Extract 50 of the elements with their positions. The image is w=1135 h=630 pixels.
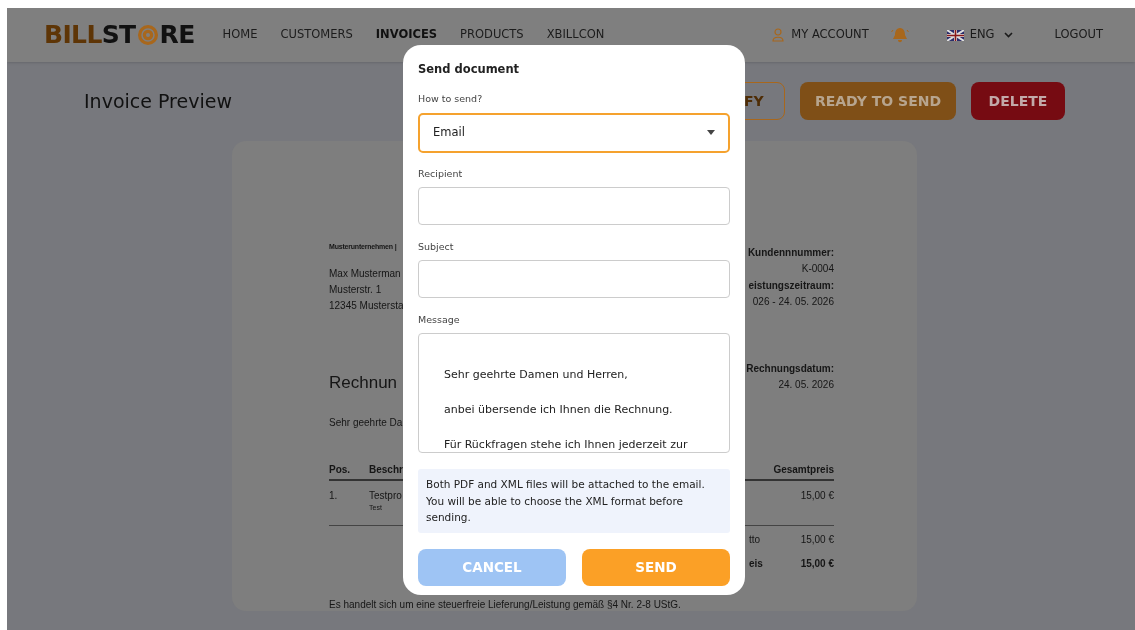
info-note: Both PDF and XML files will be attached to the email. You will be able to choose the XML format before sending. [418, 469, 730, 533]
totals-value: 15,00 € [800, 533, 834, 547]
table-cell-text: 15,00 € [800, 489, 834, 503]
meta-value: K-0004 [801, 262, 834, 276]
wheel-icon [136, 24, 159, 46]
column-header: Pos. [329, 463, 351, 477]
page-title: Invoice Preview [84, 88, 232, 114]
logo[interactable]: BILLST RE [44, 16, 195, 54]
my-account-link[interactable]: MY ACCOUNT [791, 26, 869, 44]
meta-label: eistungszeitraum: [748, 279, 834, 293]
meta-label: Kundennnummer: [747, 246, 834, 260]
user-icon [772, 28, 785, 42]
nav-link[interactable]: PRODUCTS [460, 26, 524, 44]
field-label: How to send? [418, 92, 484, 107]
message-field[interactable]: Sehr geehrte Damen und Herren, anbei übersende ich Ihnen die Rechnung. Für Rückfragen stehe ich Ihnen jederzeit zur [418, 333, 730, 454]
table-cell-text: Testpro [369, 489, 402, 503]
chevron-down-icon[interactable] [1003, 32, 1013, 38]
address-line: Musterstr. 1 [329, 283, 382, 297]
greeting-text: Sehr geehrte Da [329, 416, 403, 430]
totals-label: eis [749, 557, 763, 571]
delete-button[interactable]: DELETE [971, 82, 1065, 120]
dialog-title: Send document [418, 61, 521, 78]
bell-icon[interactable] [890, 26, 909, 44]
caret-icon [707, 130, 715, 135]
totals-value: 15,00 € [800, 557, 834, 571]
invoice-heading: Rechnun [329, 372, 398, 394]
nav-link[interactable]: INVOICES [375, 26, 438, 44]
recipient-field[interactable] [418, 186, 730, 225]
totals-label: tto [749, 533, 761, 547]
table-cell-text: 1. [329, 489, 338, 503]
field-label: Recipient [418, 166, 464, 181]
date-value: 24. 05. 2026 [778, 378, 834, 392]
language-selector[interactable]: ENG [969, 26, 995, 44]
flag-icon [946, 29, 964, 41]
address-line: 12345 Mustersta [329, 299, 404, 313]
field-label: Message [418, 313, 461, 327]
field-label: Subject [418, 239, 455, 254]
footer-note: Es handelt sich um eine steuerfreie Lieferung/Leistung gemäß §4 Nr. 2-8 UStG. [329, 598, 681, 612]
logout-link[interactable]: LOGOUT [1054, 26, 1103, 44]
ready-to-send-button[interactable]: READY TO SEND [800, 82, 956, 120]
date-label: Rechnungsdatum: [746, 362, 834, 376]
nav-link[interactable]: HOME [222, 26, 258, 44]
meta-value: 026 - 24. 05. 2026 [752, 295, 834, 309]
subject-field[interactable] [418, 260, 730, 298]
column-header: Gesamtpreis [773, 463, 834, 477]
nav-link[interactable]: CUSTOMERS [280, 26, 353, 44]
column-header: Beschr [369, 463, 403, 477]
nav-link[interactable]: XBILLCON [546, 26, 605, 44]
address-line: Max Musterman [329, 267, 401, 281]
send-method-dropdown[interactable]: Email [418, 112, 730, 153]
